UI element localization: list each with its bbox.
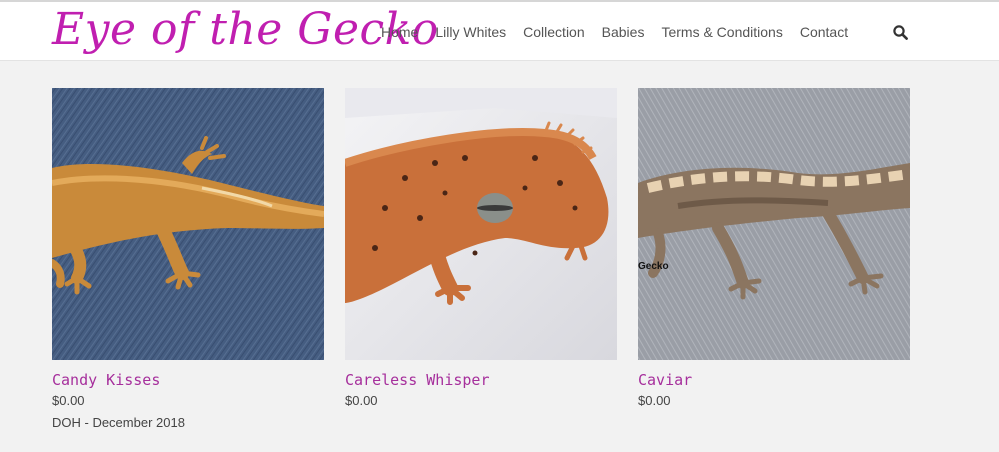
nav-terms-conditions[interactable]: Terms & Conditions — [661, 23, 782, 41]
product-note: DOH - December 2018 — [52, 415, 185, 430]
product-price: $0.00 — [345, 393, 378, 408]
product-title[interactable]: Careless Whisper — [345, 370, 617, 390]
product-price: $0.00 — [638, 393, 671, 408]
product-image[interactable]: Gecko — [638, 88, 910, 360]
search-icon[interactable] — [893, 25, 908, 40]
image-watermark: Gecko — [638, 261, 669, 272]
product-card: Candy Kisses $0.00 DOH - December 2018 — [52, 88, 324, 432]
product-image[interactable] — [52, 88, 324, 360]
nav-babies[interactable]: Babies — [602, 23, 645, 41]
product-image[interactable] — [345, 88, 617, 360]
nav-lilly-whites[interactable]: Lilly Whites — [435, 23, 506, 41]
product-title[interactable]: Caviar — [638, 370, 910, 390]
product-price: $0.00 — [52, 393, 85, 408]
product-card: Gecko Caviar $0.00 — [638, 88, 910, 410]
nav-collection[interactable]: Collection — [523, 23, 584, 41]
nav-home[interactable]: Home — [381, 23, 418, 41]
product-title[interactable]: Candy Kisses — [52, 370, 324, 390]
site-header: Eye of the Gecko Home Lilly Whites Colle… — [0, 2, 999, 61]
nav-contact[interactable]: Contact — [800, 23, 848, 41]
product-card: Careless Whisper $0.00 — [345, 88, 617, 410]
main-nav: Home Lilly Whites Collection Babies Term… — [381, 23, 865, 41]
